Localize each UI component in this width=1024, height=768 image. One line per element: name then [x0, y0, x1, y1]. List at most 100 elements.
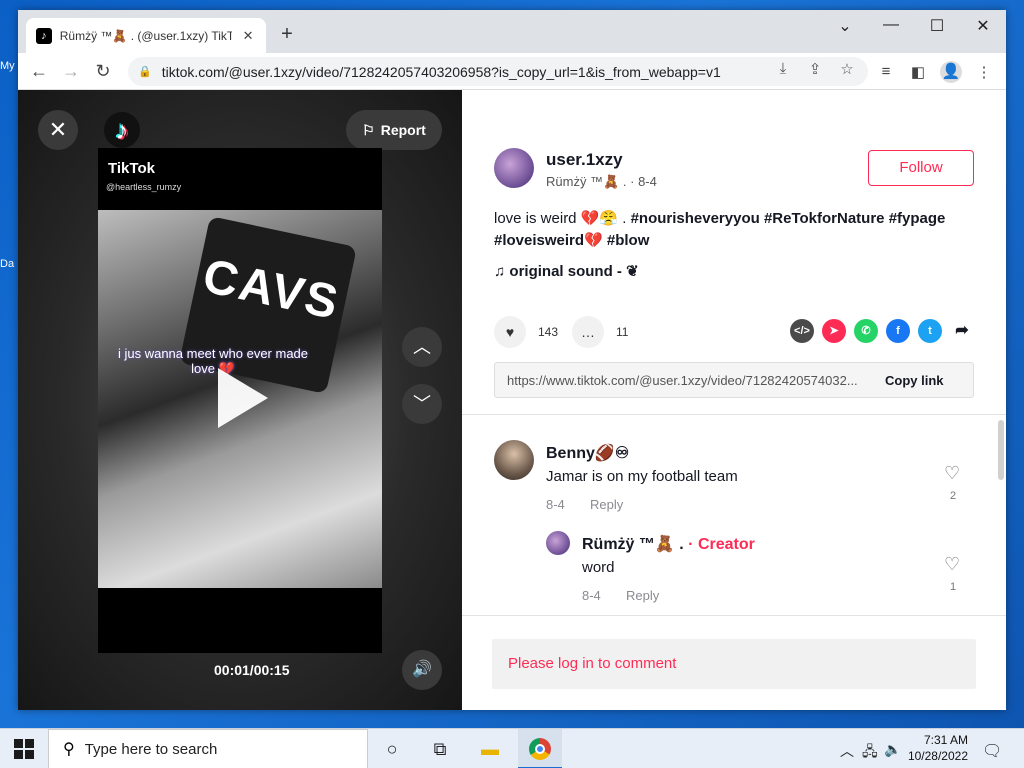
browser-tab[interactable]: ♪ Rümżÿ ™🧸 . (@user.1xzy) TikTok ✕ [26, 18, 266, 53]
post-caption: love is weird 💔😤 . #nourisheveryyou #ReT… [494, 208, 974, 252]
video-player[interactable]: CAVS TikTok @heartless_rumzy i jus wanna… [98, 148, 382, 653]
comment-like-count: 2 [949, 490, 957, 502]
send-icon[interactable]: ➤ [822, 319, 846, 343]
whatsapp-icon[interactable]: ✆ [854, 319, 878, 343]
report-button[interactable]: ⚐ Report [346, 110, 442, 150]
tab-search-icon[interactable]: ⌄ [830, 16, 860, 36]
creator-badge: · Creator [688, 536, 755, 553]
browser-toolbar: ← → ↻ 🔒 tiktok.com/@user.1xzy/video/7128… [18, 53, 1006, 90]
tab-title: Rümżÿ ™🧸 . (@user.1xzy) TikTok [59, 28, 233, 43]
system-clock[interactable]: 7:31 AM 10/28/2022 [904, 732, 968, 764]
comment-like-icon[interactable]: ♡ [944, 554, 960, 575]
embed-icon[interactable]: </> [790, 319, 814, 343]
video-timecode: 00:01/00:15 [214, 662, 290, 678]
like-action[interactable]: ♥ 143 [494, 316, 558, 348]
twitter-icon[interactable]: t [918, 319, 942, 343]
chrome-taskbar-button[interactable] [518, 729, 562, 768]
side-panel-icon[interactable]: ◧ [908, 63, 928, 81]
reply-button[interactable]: Reply [626, 588, 659, 603]
reload-button[interactable]: ↻ [90, 59, 116, 85]
tray-chevron-icon[interactable]: ︿ [840, 741, 854, 761]
comment-scrollbar[interactable] [998, 420, 1004, 480]
author-avatar[interactable] [494, 148, 534, 188]
comment-like-count: 1 [949, 581, 957, 593]
author-username[interactable]: user.1xzy [546, 150, 623, 170]
notifications-icon[interactable]: 🗨 [982, 741, 1002, 761]
clock-date: 10/28/2022 [907, 749, 968, 763]
post-separator: · [630, 174, 639, 189]
media-icon[interactable]: ≡ [876, 63, 896, 80]
previous-video-button[interactable]: ︿ [402, 327, 442, 367]
close-tab-icon[interactable]: ✕ [240, 28, 256, 44]
heart-icon[interactable]: ♥ [494, 316, 526, 348]
desktop-icon-label[interactable]: Da [0, 258, 18, 270]
video-watermark-brand: TikTok [108, 160, 155, 177]
caption-text: love is weird 💔😤 . [494, 210, 631, 227]
comment-date: 8-4 [546, 497, 565, 512]
cortana-icon[interactable]: ○ [380, 737, 404, 761]
caption-hashtags[interactable]: #nourisheveryyou #ReTokforNature #fypage [631, 210, 946, 227]
copy-link-button[interactable]: Copy link [885, 373, 944, 388]
like-count: 143 [538, 325, 559, 339]
comment-count: 11 [616, 325, 629, 339]
author-subline: Rümżÿ ™🧸 . · 8-4 [546, 174, 657, 190]
play-icon[interactable] [218, 368, 268, 428]
music-link[interactable]: ♫ original sound - ❦ [494, 262, 639, 280]
search-icon: ⚲ [63, 741, 75, 758]
desktop-icon-label[interactable]: My [0, 60, 18, 72]
comment-like-icon[interactable]: ♡ [944, 463, 960, 484]
reply-button[interactable]: Reply [590, 497, 623, 512]
comment-author[interactable]: Benny🏈♾ [546, 443, 629, 463]
commenter-avatar[interactable] [546, 531, 570, 555]
task-view-icon[interactable]: ⧉ [428, 737, 452, 761]
close-video-button[interactable]: ✕ [38, 110, 78, 150]
bookmark-star-icon[interactable]: ☆ [838, 60, 856, 78]
network-icon[interactable]: 🖧 [862, 741, 878, 765]
maximize-button[interactable]: ☐ [922, 16, 952, 36]
share-link-url[interactable]: https://www.tiktok.com/@user.1xzy/video/… [495, 373, 885, 388]
volume-tray-icon[interactable]: 🔈 [884, 741, 901, 758]
address-bar[interactable]: 🔒 tiktok.com/@user.1xzy/video/7128242057… [128, 57, 868, 86]
search-placeholder: Type here to search [84, 740, 218, 758]
taskbar: ⚲ Type here to search ○ ⧉ ▬ ︿ 🖧 🔈 7:31 A… [0, 728, 1024, 768]
tiktok-logo-icon[interactable]: ♪ [104, 112, 140, 148]
music-title: original sound - ❦ [509, 263, 639, 280]
volume-icon[interactable]: 🔊 [402, 650, 442, 690]
new-tab-button[interactable]: + [276, 24, 298, 46]
tab-bar: ♪ Rümżÿ ™🧸 . (@user.1xzy) TikTok ✕ + ⌄ —… [18, 10, 1006, 53]
chrome-icon [529, 738, 551, 760]
caption-hashtags[interactable]: #loveisweird💔 #blow [494, 232, 649, 249]
taskbar-search-box[interactable]: ⚲ Type here to search [48, 729, 368, 768]
post-info-panel: user.1xzy Rümżÿ ™🧸 . · 8-4 Follow love i… [462, 90, 1006, 710]
close-window-button[interactable]: ✕ [968, 16, 998, 36]
share-arrow-icon[interactable]: ➦ [950, 319, 974, 343]
forward-button[interactable]: → [58, 59, 84, 85]
video-watermark-handle: @heartless_rumzy [106, 182, 182, 192]
comment-author[interactable]: Rümżÿ ™🧸 . · Creator [582, 534, 755, 554]
follow-button[interactable]: Follow [868, 150, 974, 186]
facebook-icon[interactable]: f [886, 319, 910, 343]
minimize-button[interactable]: — [876, 16, 906, 34]
comment-text: Jamar is on my football team [546, 468, 738, 485]
comment-input-area: Please log in to comment [462, 615, 1006, 710]
author-display-name: Rümżÿ ™🧸 . [546, 174, 627, 189]
report-label: Report [380, 122, 426, 138]
browser-window: ♪ Rümżÿ ™🧸 . (@user.1xzy) TikTok ✕ + ⌄ —… [18, 10, 1006, 710]
commenter-avatar[interactable] [494, 440, 534, 480]
file-explorer-icon[interactable]: ▬ [478, 737, 502, 761]
video-overlay-text: i jus wanna meet who ever made love 💔 [117, 346, 309, 376]
next-video-button[interactable]: ﹀ [402, 384, 442, 424]
video-panel: ✕ ♪ ⚐ Report CAVS TikTok @heartless_rumz… [18, 90, 462, 710]
comment-action[interactable]: … 11 [572, 316, 628, 348]
post-date: 8-4 [638, 174, 657, 189]
back-button[interactable]: ← [26, 59, 52, 85]
profile-icon[interactable]: 👤 [940, 61, 962, 83]
install-icon[interactable]: ⤓ [774, 60, 792, 77]
comment-icon[interactable]: … [572, 316, 604, 348]
url-text[interactable]: tiktok.com/@user.1xzy/video/712824205740… [162, 64, 721, 80]
menu-icon[interactable]: ⋮ [974, 63, 994, 81]
comment-date: 8-4 [582, 588, 601, 603]
share-icon[interactable]: ⇪ [806, 60, 824, 78]
windows-start-icon[interactable] [14, 739, 34, 759]
login-to-comment-button[interactable]: Please log in to comment [492, 639, 976, 689]
